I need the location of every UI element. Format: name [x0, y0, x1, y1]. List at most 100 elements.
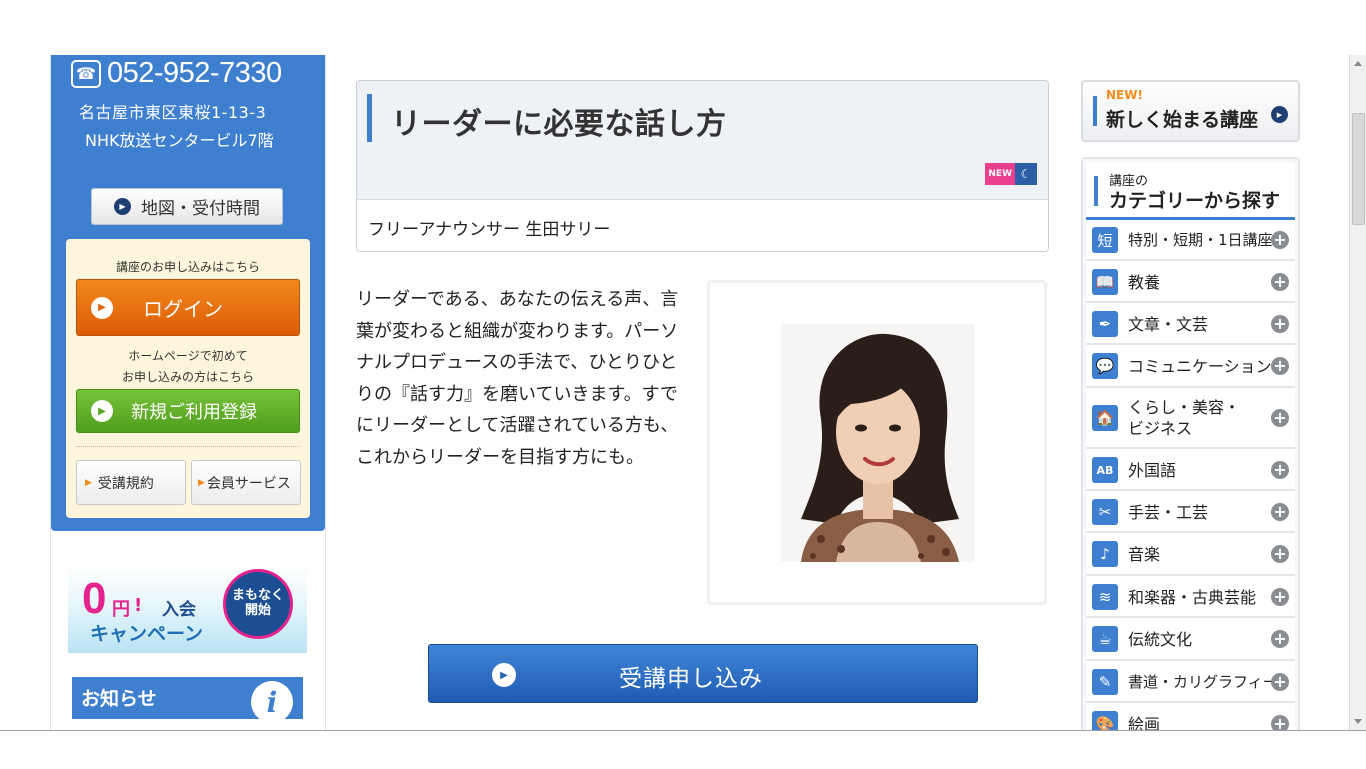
register-button[interactable]: ▶ 新規ご利用登録 [76, 389, 300, 433]
category-item-music[interactable]: ♪ 音楽 + [1086, 533, 1295, 576]
category-label: 外国語 [1128, 461, 1177, 480]
pen-icon: ✒ [1092, 311, 1118, 337]
exclamation-icon: ! [134, 595, 143, 616]
category-item-traditional-culture[interactable]: ☕ 伝統文化 + [1086, 618, 1295, 661]
category-label: 和楽器・古典芸能 [1128, 588, 1257, 607]
news-header[interactable]: お知らせ i [72, 677, 303, 723]
course-title-box: リーダーに必要な話し方 NEW ☾ フリーアナウンサー 生田サリー [356, 80, 1049, 252]
login-label: ログイン [143, 297, 223, 321]
brush-icon: ✎ [1092, 669, 1118, 695]
apply-caption: 講座のお申し込みはこちら [115, 260, 260, 274]
login-button[interactable]: ▶ ログイン [76, 279, 300, 336]
plus-icon: + [1271, 231, 1289, 249]
plus-icon: + [1271, 357, 1289, 375]
new-tag: NEW! [1106, 88, 1143, 102]
category-item-languages[interactable]: AB 外国語 + [1086, 449, 1295, 491]
campaign-zero: 0 [82, 574, 107, 623]
map-hours-label: 地図・受付時間 [141, 199, 260, 219]
play-circle-icon: ▶ [91, 400, 113, 422]
coming-soon-line-2: 開始 [244, 603, 271, 618]
terms-button[interactable]: ▶ 受講規約 [76, 460, 186, 505]
first-time-caption-2: お申し込みの方はこちら [121, 370, 254, 384]
scroll-down-icon[interactable] [1354, 719, 1362, 724]
news-title: お知らせ [81, 688, 157, 710]
map-hours-button[interactable]: ▶ 地図・受付時間 [91, 188, 283, 225]
tea-cup-icon: ☕ [1092, 626, 1118, 652]
book-icon: 📖 [1092, 269, 1118, 295]
category-header-title: カテゴリーから探す [1109, 190, 1281, 212]
category-header: 講座の カテゴリーから探す [1086, 162, 1295, 220]
abc-icon: AB [1092, 457, 1118, 483]
campaign-banner[interactable]: 0 円 ! 入会 キャンペーン まもなく 開始 [68, 567, 307, 653]
course-title: リーダーに必要な話し方 [391, 107, 727, 142]
plus-icon: + [1271, 315, 1289, 333]
category-item-lifestyle[interactable]: 🏠 くらし・美容・ ビジネス + [1086, 388, 1295, 449]
register-label: 新規ご利用登録 [131, 402, 257, 423]
arrow-right-icon: ▶ [198, 477, 205, 488]
plus-icon: + [1271, 461, 1289, 479]
category-item-crafts[interactable]: ✂ 手芸・工芸 + [1086, 491, 1295, 533]
instructor-row: フリーアナウンサー 生田サリー [357, 199, 1048, 251]
member-service-label: 会員サービス [206, 475, 291, 492]
category-label: 特別・短期・1日講座 [1128, 231, 1273, 249]
moon-icon: ☾ [1015, 163, 1037, 185]
contact-box: ☎ 052-952-7330 名古屋市東区東桜1-13-3 NHK放送センタービ… [51, 55, 325, 531]
plus-icon: + [1271, 273, 1289, 291]
apply-course-button[interactable]: ▶ 受講申し込み [428, 644, 978, 703]
plus-icon: + [1271, 673, 1289, 691]
apply-box: 講座のお申し込みはこちら ▶ ログイン ホームページで初めて お申し込みの方はこ… [66, 239, 310, 518]
house-icon: 🏠 [1092, 405, 1118, 431]
plus-icon: + [1271, 588, 1289, 606]
title-accent-bar [367, 94, 372, 142]
first-time-caption-1: ホームページで初めて [128, 349, 248, 363]
plus-icon: + [1271, 503, 1289, 521]
phone-icon: ☎ [71, 59, 101, 88]
short-term-icon: 短 [1092, 227, 1118, 253]
info-icon: i [251, 681, 293, 723]
coming-soon-line-1: まもなく [231, 588, 284, 604]
category-item-writing[interactable]: ✒ 文章・文芸 + [1086, 303, 1295, 345]
play-circle-icon: ▶ [492, 663, 516, 687]
category-label: 伝統文化 [1128, 630, 1193, 649]
scissors-icon: ✂ [1092, 499, 1118, 525]
coming-soon-badge: まもなく 開始 [223, 569, 293, 639]
category-item-culture[interactable]: 📖 教養 + [1086, 261, 1295, 303]
campaign-title: キャンペーン [90, 623, 204, 645]
scroll-thumb[interactable] [1352, 113, 1365, 225]
terms-label: 受講規約 [97, 475, 154, 492]
scroll-up-icon[interactable] [1354, 61, 1362, 66]
category-item-calligraphy[interactable]: ✎ 書道・カリグラフィー + [1086, 661, 1295, 703]
apply-course-label: 受講申し込み [619, 666, 763, 692]
category-label: 手芸・工芸 [1128, 503, 1209, 522]
address-line-1: 名古屋市東区東桜1-13-3 [79, 103, 267, 122]
category-label: コミュニケーション [1128, 357, 1272, 376]
divider [76, 446, 300, 447]
category-item-communication[interactable]: 💬 コミュニケーション + [1086, 345, 1295, 388]
page-scrollbar[interactable] [1349, 55, 1366, 730]
category-panel: 講座の カテゴリーから探す 短 特別・短期・1日講座 + 📖 教養 + ✒ 文章… [1081, 157, 1300, 747]
category-label: 書道・カリグラフィー [1128, 673, 1278, 691]
member-service-button[interactable]: ▶ 会員サービス [191, 460, 301, 505]
arrow-right-icon: ▶ [85, 477, 92, 488]
instructor-photo-frame [707, 280, 1047, 605]
new-courses-button[interactable]: NEW! 新しく始まる講座 ▶ [1081, 80, 1300, 142]
campaign-yen: 円 [112, 599, 130, 620]
instructor-photo [781, 324, 974, 562]
category-label: くらし・美容・ ビジネス [1128, 398, 1241, 438]
play-circle-icon: ▶ [114, 198, 131, 215]
accent-bar [1094, 176, 1098, 206]
category-item-special[interactable]: 短 特別・短期・1日講座 + [1086, 220, 1295, 261]
new-badge: NEW ☾ [985, 163, 1037, 185]
accent-bar [1093, 96, 1097, 126]
play-circle-icon: ▶ [91, 296, 113, 319]
category-item-japanese-instruments[interactable]: ≋ 和楽器・古典芸能 + [1086, 576, 1295, 618]
play-circle-icon: ▶ [1271, 106, 1288, 123]
new-courses-label: 新しく始まる講座 [1106, 109, 1259, 131]
fan-icon: ≋ [1092, 584, 1118, 610]
left-column: ☎ 052-952-7330 名古屋市東区東桜1-13-3 NHK放送センタービ… [50, 55, 326, 730]
bottom-strip [0, 730, 1366, 769]
address-line-2: NHK放送センタービル7階 [85, 131, 274, 150]
course-description: リーダーである、あなたの伝える声、言葉が変わると組織が変わります。パーソナルプロ… [356, 289, 679, 468]
plus-icon: + [1271, 409, 1289, 427]
category-label: 音楽 [1128, 545, 1161, 564]
